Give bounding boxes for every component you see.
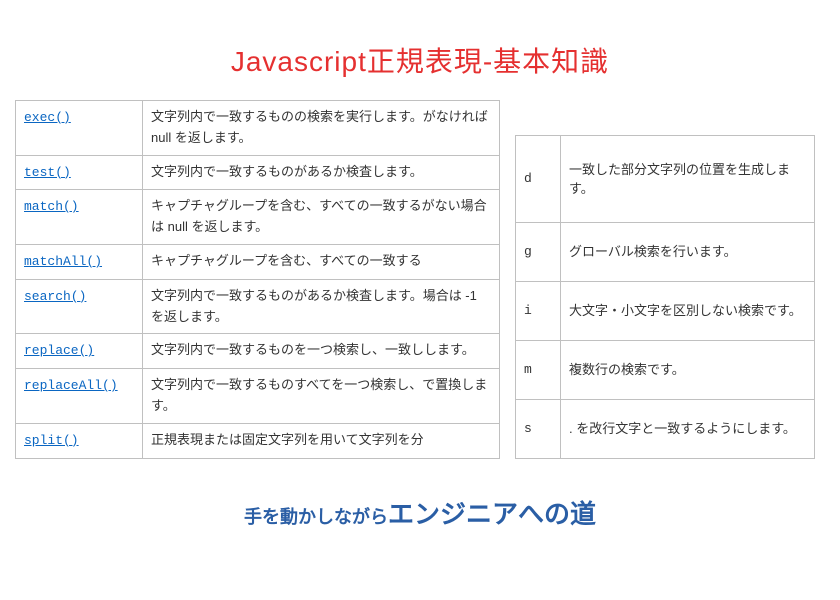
flag-symbol: s xyxy=(516,399,561,458)
flags-table: d 一致した部分文字列の位置を生成します。 g グローバル検索を行います。 i … xyxy=(515,135,815,459)
method-link-replaceall[interactable]: replaceAll() xyxy=(24,378,118,393)
table-row: replaceAll() 文字列内で一致するものすべてを一つ検索し、で置換します… xyxy=(16,369,500,424)
table-row: matchAll() キャプチャグループを含む、すべての一致する xyxy=(16,244,500,279)
table-row: split() 正規表現または固定文字列を用いて文字列を分 xyxy=(16,423,500,458)
method-desc: 文字列内で一致するものを一つ検索し、一致しします。 xyxy=(143,334,500,369)
table-row: replace() 文字列内で一致するものを一つ検索し、一致しします。 xyxy=(16,334,500,369)
method-link-search[interactable]: search() xyxy=(24,289,86,304)
table-row: exec() 文字列内で一致するものの検索を実行します。がなければ null を… xyxy=(16,101,500,156)
methods-table: exec() 文字列内で一致するものの検索を実行します。がなければ null を… xyxy=(15,100,500,459)
footer-caption: 手を動かしながらエンジニアへの道 xyxy=(0,494,840,531)
flag-desc: 複数行の検索です。 xyxy=(561,340,815,399)
table-row: g グローバル検索を行います。 xyxy=(516,223,815,282)
flag-symbol: g xyxy=(516,223,561,282)
flag-symbol: m xyxy=(516,340,561,399)
method-link-exec[interactable]: exec() xyxy=(24,110,71,125)
table-row: d 一致した部分文字列の位置を生成します。 xyxy=(516,136,815,223)
table-row: s . を改行文字と一致するようにします。 xyxy=(516,399,815,458)
table-row: search() 文字列内で一致するものがあるか検査します。場合は -1 を返し… xyxy=(16,279,500,334)
method-desc: 文字列内で一致するものすべてを一つ検索し、で置換します。 xyxy=(143,369,500,424)
method-desc: 文字列内で一致するものがあるか検査します。場合は -1 を返します。 xyxy=(143,279,500,334)
page-title: Javascript正規表現-基本知識 xyxy=(0,40,840,80)
method-desc: 正規表現または固定文字列を用いて文字列を分 xyxy=(143,423,500,458)
method-link-test[interactable]: test() xyxy=(24,165,71,180)
method-desc: 文字列内で一致するものの検索を実行します。がなければ null を返します。 xyxy=(143,101,500,156)
footer-part2: エンジニアへの道 xyxy=(388,499,596,529)
content-area: exec() 文字列内で一致するものの検索を実行します。がなければ null を… xyxy=(15,100,840,459)
method-link-split[interactable]: split() xyxy=(24,433,79,448)
footer-part1: 手を動かしながら xyxy=(244,507,388,527)
flag-desc: 大文字・小文字を区別しない検索です。 xyxy=(561,282,815,341)
method-desc: キャプチャグループを含む、すべての一致するがない場合は null を返します。 xyxy=(143,190,500,245)
method-link-match[interactable]: match() xyxy=(24,199,79,214)
method-desc: キャプチャグループを含む、すべての一致する xyxy=(143,244,500,279)
method-link-matchall[interactable]: matchAll() xyxy=(24,254,102,269)
table-row: match() キャプチャグループを含む、すべての一致するがない場合は null… xyxy=(16,190,500,245)
flag-desc: 一致した部分文字列の位置を生成します。 xyxy=(561,136,815,223)
flag-desc: . を改行文字と一致するようにします。 xyxy=(561,399,815,458)
table-row: test() 文字列内で一致するものがあるか検査します。 xyxy=(16,155,500,190)
flag-symbol: i xyxy=(516,282,561,341)
table-row: m 複数行の検索です。 xyxy=(516,340,815,399)
table-row: i 大文字・小文字を区別しない検索です。 xyxy=(516,282,815,341)
flag-symbol: d xyxy=(516,136,561,223)
method-desc: 文字列内で一致するものがあるか検査します。 xyxy=(143,155,500,190)
flag-desc: グローバル検索を行います。 xyxy=(561,223,815,282)
method-link-replace[interactable]: replace() xyxy=(24,343,94,358)
